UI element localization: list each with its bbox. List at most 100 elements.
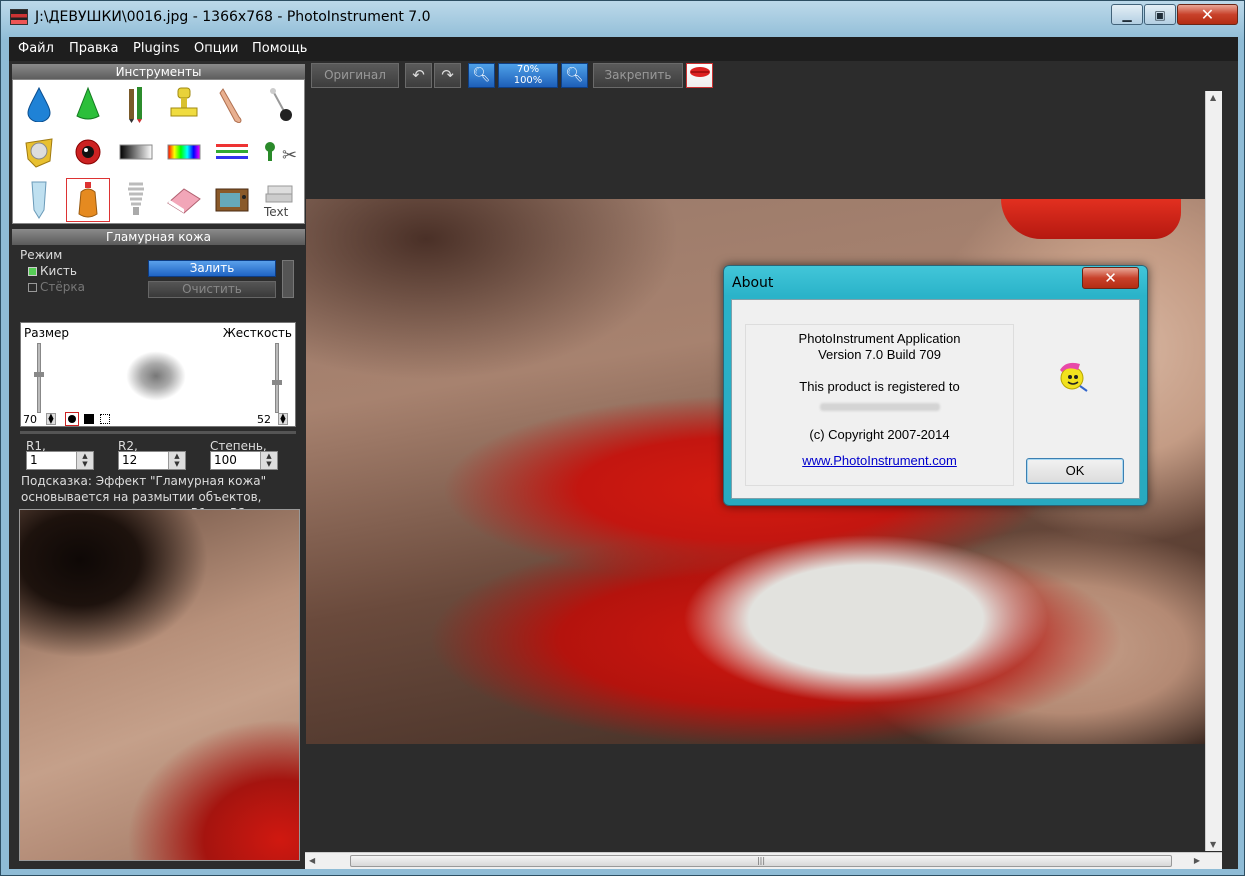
about-title: About [732, 275, 774, 291]
size-slider-thumb[interactable] [34, 372, 44, 377]
mini-scrollbar[interactable] [282, 260, 294, 298]
r2-value[interactable]: 12 [122, 453, 137, 467]
zoom-bottom-value: 100% [513, 75, 543, 86]
r1-value[interactable]: 1 [30, 453, 38, 467]
original-button[interactable]: Оригинал [311, 63, 399, 88]
lamp-icon[interactable] [114, 178, 158, 222]
cut-icon[interactable]: ✂ [258, 130, 302, 174]
undo-icon: ↶ [412, 66, 425, 84]
r2-spin-arrows[interactable]: ▲ ▼ [168, 452, 185, 469]
text-icon[interactable]: Text [258, 178, 302, 222]
r1-input[interactable]: 1 ▲ ▼ [26, 451, 94, 470]
brightness-icon[interactable] [17, 130, 61, 174]
redo-icon: ↷ [441, 66, 454, 84]
svg-text:Text: Text [263, 205, 289, 218]
eraser-checkbox[interactable] [28, 283, 37, 292]
main-window: J:\ДЕВУШКИ\0016.jpg - 1366x768 - PhotoIn… [0, 0, 1245, 876]
preview-thumbnail [19, 509, 300, 861]
ok-button[interactable]: OK [1026, 458, 1124, 484]
pin-button[interactable]: Закрепить [593, 63, 683, 88]
scroll-down-arrow[interactable]: ▼ [1210, 840, 1216, 849]
horizontal-scroll-thumb[interactable]: ||| [350, 855, 1172, 867]
spectrum-icon[interactable] [162, 130, 206, 174]
copyright-text: (c) Copyright 2007-2014 [809, 427, 950, 442]
menu-options[interactable]: Опции [194, 41, 238, 56]
degree-input[interactable]: 100 ▲ ▼ [210, 451, 278, 470]
menu-plugins[interactable]: Plugins [133, 41, 180, 56]
fingernail-graphic [1001, 199, 1181, 239]
scroll-right-arrow[interactable]: ▶ [1194, 856, 1200, 865]
size-slider[interactable] [34, 343, 44, 413]
degree-spin-arrows[interactable]: ▲ ▼ [260, 452, 277, 469]
r2-input[interactable]: 12 ▲ ▼ [118, 451, 186, 470]
horizontal-scrollbar[interactable]: ◀ ||| ▶ [305, 852, 1222, 869]
tv-icon[interactable] [210, 178, 254, 222]
brush-preview [126, 351, 186, 401]
hint-text: Подсказка: Эффект "Гламурная кожа" основ… [21, 474, 267, 513]
svg-text:✂: ✂ [282, 145, 297, 166]
smiley-icon [1060, 362, 1088, 392]
website-link-text[interactable]: www.PhotoInstrument.com [802, 453, 957, 468]
pin-icon[interactable] [258, 82, 302, 126]
size-label: Размер [24, 326, 70, 340]
glamour-panel: Режим Кисть Стёрка Залить Очистить Разме… [12, 247, 305, 869]
pencil-brush-icon[interactable] [114, 82, 158, 126]
menu-bar: Файл Правка Plugins Опции Помощь [9, 37, 1238, 61]
tube-icon[interactable] [17, 178, 61, 222]
eraser-icon[interactable] [162, 178, 206, 222]
zoom-in-button[interactable]: 🔍︎ [561, 63, 588, 88]
gradient-icon[interactable] [114, 130, 158, 174]
website-link[interactable]: www.PhotoInstrument.com [746, 453, 1013, 468]
hardness-slider[interactable] [272, 343, 282, 413]
title-bar: J:\ДЕВУШКИ\0016.jpg - 1366x768 - PhotoIn… [1, 1, 1244, 33]
brush-checkbox[interactable] [28, 267, 37, 276]
app-name: PhotoInstrument Application [798, 331, 961, 346]
zoom-out-button[interactable]: 🔍︎ [468, 63, 495, 88]
degree-value[interactable]: 100 [214, 453, 237, 467]
round-brush-button[interactable] [65, 412, 79, 426]
registered-text: This product is registered to [799, 379, 960, 394]
version-text: Version 7.0 Build 709 [818, 347, 941, 362]
lips-preset-button[interactable] [686, 63, 713, 88]
separator [20, 431, 296, 434]
selection-brush-icon[interactable] [100, 414, 110, 424]
about-close-button[interactable]: ✕ [1082, 267, 1139, 289]
fill-button[interactable]: Залить [148, 260, 276, 277]
hardness-spin-arrows[interactable]: ▲ ▼ [278, 413, 288, 425]
undo-button[interactable]: ↶ [405, 63, 432, 88]
red-eye-icon[interactable] [66, 130, 110, 174]
about-dialog: About ✕ PhotoInstrument Application Vers… [723, 265, 1148, 506]
registered-email-blurred [746, 399, 1013, 414]
app-icon [10, 9, 28, 25]
scroll-left-arrow[interactable]: ◀ [309, 856, 315, 865]
vertical-scrollbar[interactable]: ▲ ▼ [1205, 91, 1222, 851]
cone-icon[interactable] [66, 82, 110, 126]
close-button[interactable]: ✕ [1177, 4, 1238, 25]
glamour-panel-title: Гламурная кожа [12, 229, 305, 245]
about-info-box: PhotoInstrument Application Version 7.0 … [745, 324, 1014, 486]
menu-file[interactable]: Файл [18, 41, 54, 56]
menu-edit[interactable]: Правка [69, 41, 118, 56]
r1-spin-arrows[interactable]: ▲ ▼ [76, 452, 93, 469]
stamp-icon[interactable] [162, 82, 206, 126]
eraser-label[interactable]: Стёрка [40, 280, 85, 294]
redo-button[interactable]: ↷ [434, 63, 461, 88]
size-spin-arrows[interactable]: ▲ ▼ [46, 413, 56, 425]
hardness-label: Жесткость [222, 326, 292, 340]
scroll-up-arrow[interactable]: ▲ [1210, 93, 1216, 102]
glamour-bottle-icon[interactable] [66, 178, 110, 222]
square-brush-icon[interactable] [84, 414, 94, 424]
clear-button[interactable]: Очистить [148, 281, 276, 298]
brush-settings-box: Размер Жесткость 70 ▲ ▼ 52 ▲ ▼ [20, 322, 296, 427]
color-balance-icon[interactable] [210, 130, 254, 174]
maximize-button[interactable]: ▣ [1144, 4, 1176, 25]
brush-label[interactable]: Кисть [40, 264, 77, 278]
about-body: PhotoInstrument Application Version 7.0 … [731, 299, 1140, 499]
finger-icon[interactable] [210, 82, 254, 126]
menu-help[interactable]: Помощь [252, 41, 307, 56]
drop-icon[interactable] [17, 82, 61, 126]
minimize-button[interactable]: ▁ [1111, 4, 1143, 25]
zoom-toggle-button[interactable]: 70% 100% [498, 63, 558, 88]
about-close-icon: ✕ [1104, 269, 1117, 287]
hardness-slider-thumb[interactable] [272, 380, 282, 385]
